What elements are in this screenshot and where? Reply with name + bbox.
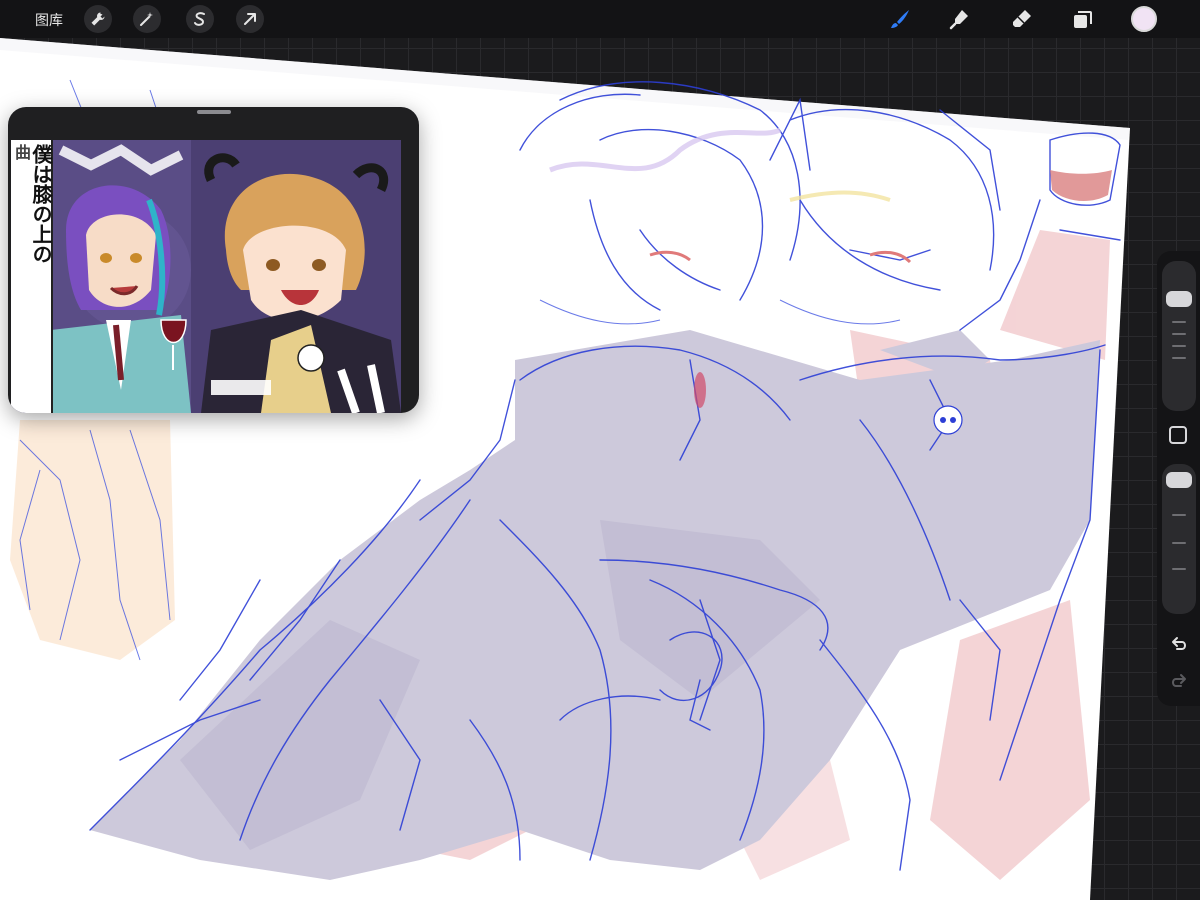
reference-drag-handle[interactable] [197,110,231,114]
modifier-button[interactable] [1169,426,1187,444]
redo-icon[interactable] [1168,671,1190,693]
opacity-slider[interactable] [1162,464,1196,614]
skull-brooch [933,405,963,435]
brush-icon [891,10,909,28]
smudge-tool-button[interactable] [946,5,974,33]
adjustments-button[interactable] [133,5,161,33]
top-toolbar: 图库 [0,0,1200,38]
wrench-icon [91,12,105,26]
color-picker-swatch[interactable] [1131,6,1157,32]
reference-speech-bubble: 僕は膝の上の 曲 [11,140,53,413]
brush-tool-button[interactable] [886,5,914,33]
transform-button[interactable] [236,5,264,33]
actions-button[interactable] [84,5,112,33]
eraser-tool-button[interactable] [1008,5,1036,33]
selection-s-icon [194,12,205,26]
layers-button[interactable] [1069,5,1097,33]
smudge-icon [949,10,968,30]
reference-vertical-text: 僕は膝の上の [29,144,53,264]
arrow-cursor-icon [244,13,256,25]
gallery-button[interactable]: 图库 [35,10,63,30]
eraser-icon [1013,10,1031,27]
opacity-thumb[interactable] [1166,472,1192,488]
brush-size-thumb[interactable] [1166,291,1192,307]
side-toolbar [1157,251,1200,706]
brush-size-slider[interactable] [1162,261,1196,411]
reference-vertical-text-2: 曲 [12,144,31,160]
reference-image [11,140,401,413]
layers-icon [1074,11,1092,28]
selection-button[interactable] [186,5,214,33]
reference-window[interactable]: 僕は膝の上の 曲 [8,107,419,413]
undo-icon[interactable] [1168,634,1190,656]
magic-wand-icon [140,12,153,26]
